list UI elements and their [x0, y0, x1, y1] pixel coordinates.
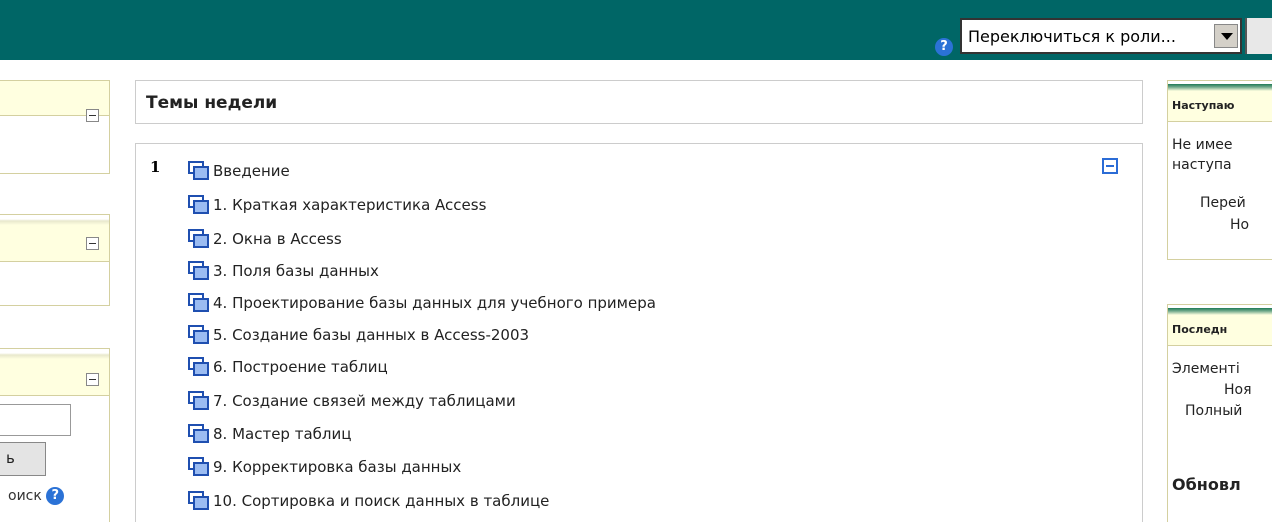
resource-icon: [188, 261, 210, 281]
resource-icon: [188, 357, 210, 377]
recent-activity-header: Последн: [1168, 305, 1272, 346]
chevron-down-icon[interactable]: [1214, 24, 1238, 48]
search-button[interactable]: ь: [0, 442, 46, 476]
weekly-topics-section: 1 Введение 1. Краткая характеристика Acc…: [135, 143, 1143, 522]
advanced-search[interactable]: оиск ?: [8, 487, 65, 505]
advanced-search-link[interactable]: оиск: [8, 488, 42, 504]
new-event-link[interactable]: Но: [1230, 217, 1249, 233]
role-switch-select[interactable]: Переключиться к роли...: [960, 18, 1242, 54]
collapse-section-icon[interactable]: [1102, 158, 1118, 174]
left-block-2-header: [0, 215, 109, 262]
role-switch-value: Переключиться к роли...: [968, 27, 1176, 46]
resource-icon: [188, 325, 210, 345]
topic-link[interactable]: 9. Корректировка базы данных: [188, 454, 461, 480]
topic-link[interactable]: 3. Поля базы данных: [188, 258, 379, 284]
topic-link[interactable]: 10. Сортировка и поиск данных в таблице: [188, 488, 549, 514]
recent-activity-date: Ноя: [1224, 382, 1252, 398]
recent-activity-line1: Элементі: [1172, 361, 1240, 377]
recent-activity-title: Последн: [1172, 323, 1228, 336]
topic-label[interactable]: Введение: [213, 162, 290, 180]
topic-link[interactable]: 8. Мастер таблиц: [188, 421, 351, 447]
topic-label[interactable]: 8. Мастер таблиц: [213, 425, 351, 443]
topic-link[interactable]: Введение: [188, 158, 290, 184]
topic-link[interactable]: 6. Построение таблиц: [188, 354, 388, 380]
help-icon[interactable]: ?: [935, 38, 953, 56]
updated-heading: Обновл: [1172, 475, 1241, 494]
role-switch-go-button[interactable]: [1245, 18, 1272, 54]
topic-link[interactable]: 4. Проектирование базы данных для учебно…: [188, 290, 656, 316]
topic-label[interactable]: 1. Краткая характеристика Access: [213, 196, 486, 214]
help-icon[interactable]: ?: [46, 487, 65, 505]
resource-icon: [188, 293, 210, 313]
topic-link[interactable]: 2. Окна в Access: [188, 226, 342, 252]
upcoming-events-title: Наступаю: [1172, 99, 1235, 112]
resource-icon: [188, 424, 210, 444]
upcoming-events-header: Наступаю: [1168, 81, 1272, 122]
topic-link[interactable]: 5. Создание базы данных в Access-2003: [188, 322, 529, 348]
collapse-icon[interactable]: [86, 237, 99, 250]
topic-link[interactable]: 1. Краткая характеристика Access: [188, 192, 486, 218]
collapse-icon[interactable]: [86, 373, 99, 386]
topic-label[interactable]: 7. Создание связей между таблицами: [213, 392, 516, 410]
upcoming-empty-line2: наступа: [1172, 157, 1232, 173]
resource-icon: [188, 457, 210, 477]
left-block-1: [0, 80, 110, 174]
search-input[interactable]: [0, 404, 71, 436]
topic-label[interactable]: 6. Построение таблиц: [213, 358, 388, 376]
page-title: Темы недели: [146, 93, 278, 113]
topic-link[interactable]: 7. Создание связей между таблицами: [188, 388, 516, 414]
section-number: 1: [150, 158, 161, 176]
resource-icon: [188, 161, 210, 181]
upcoming-empty-line1: Не имее: [1172, 137, 1233, 153]
topic-label[interactable]: 10. Сортировка и поиск данных в таблице: [213, 492, 549, 510]
recent-activity-block: Последн Элементі Ноя Полный Обновл: [1167, 304, 1272, 522]
collapse-icon[interactable]: [86, 109, 99, 122]
resource-icon: [188, 229, 210, 249]
resource-icon: [188, 391, 210, 411]
left-block-1-header: [0, 81, 109, 122]
topic-label[interactable]: 2. Окна в Access: [213, 230, 342, 248]
topic-label[interactable]: 3. Поля базы данных: [213, 262, 379, 280]
topic-label[interactable]: 5. Создание базы данных в Access-2003: [213, 326, 529, 344]
resource-icon: [188, 195, 210, 215]
weekly-topics-header: Темы недели: [135, 80, 1143, 124]
topic-label[interactable]: 4. Проектирование базы данных для учебно…: [213, 294, 656, 312]
upcoming-events-block: Наступаю Не имее наступа Перей Но: [1167, 80, 1272, 260]
left-block-2: [0, 214, 110, 306]
go-to-calendar-link[interactable]: Перей: [1200, 195, 1246, 211]
resource-icon: [188, 491, 210, 511]
left-block-search-header: [0, 349, 109, 396]
topic-label[interactable]: 9. Корректировка базы данных: [213, 458, 461, 476]
full-report-link[interactable]: Полный: [1185, 403, 1242, 419]
